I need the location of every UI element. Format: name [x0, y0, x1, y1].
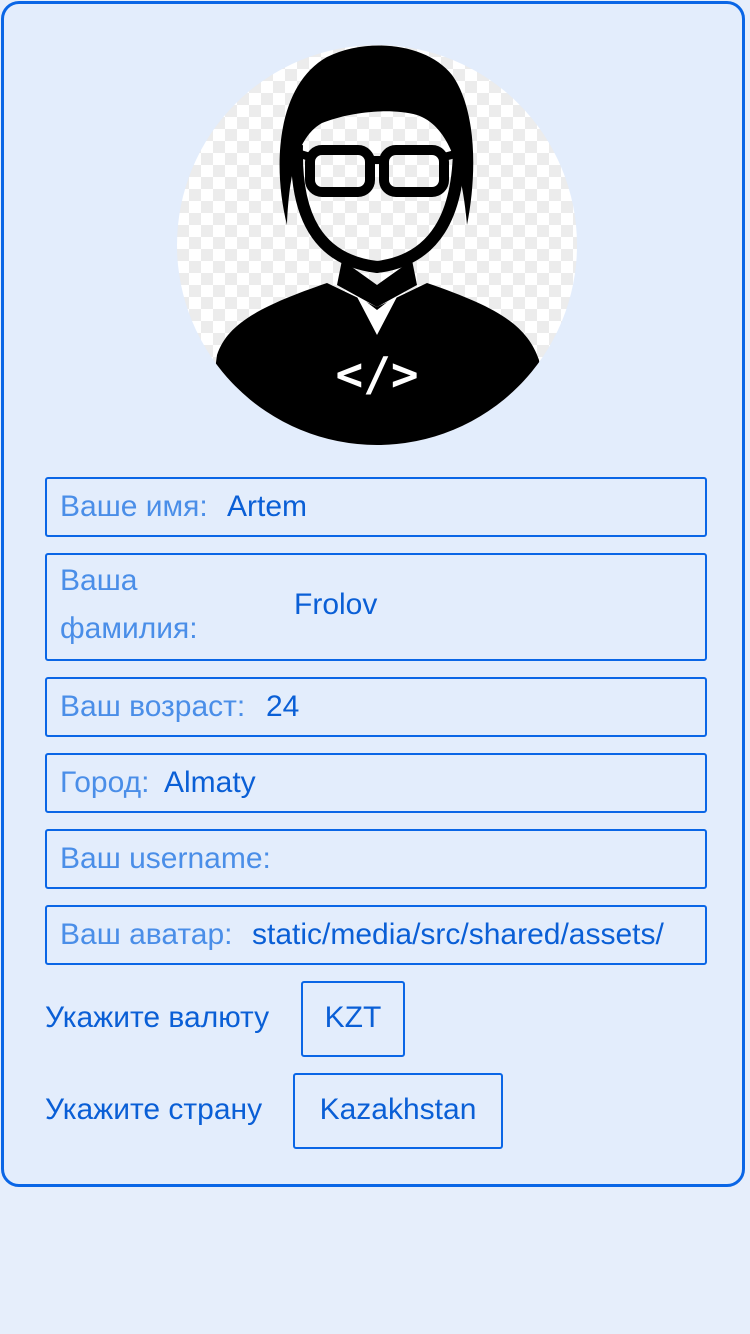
currency-label: Укажите валюту [45, 1001, 270, 1034]
username-label: Ваш username: [60, 842, 271, 875]
username-field[interactable]: Ваш username: [45, 829, 707, 889]
age-input[interactable]: 24 [266, 683, 299, 731]
name-input[interactable]: Artem [227, 483, 307, 531]
developer-avatar-icon: </> [205, 45, 549, 445]
name-field[interactable]: Ваше имя: Artem [45, 477, 707, 537]
avatar[interactable]: </> [177, 45, 577, 445]
city-field[interactable]: Город: Almaty [45, 753, 707, 813]
currency-select[interactable]: KZT [301, 981, 405, 1057]
surname-label: Ваша фамилия: [60, 564, 198, 645]
surname-input[interactable]: Frolov [294, 581, 377, 629]
avatar-url-input[interactable]: static/media/src/shared/assets/ [252, 911, 702, 959]
age-field[interactable]: Ваш возраст: 24 [45, 677, 707, 737]
code-glyph-icon: </> [335, 347, 418, 401]
surname-field[interactable]: Ваша фамилия: Frolov [45, 553, 707, 661]
name-label: Ваше имя: [60, 490, 208, 523]
city-label: Город: [60, 766, 150, 799]
city-input[interactable]: Almaty [164, 759, 256, 807]
avatar-url-field[interactable]: Ваш аватар: static/media/src/shared/asse… [45, 905, 707, 965]
country-select[interactable]: Kazakhstan [293, 1073, 503, 1149]
country-label: Укажите страну [45, 1093, 263, 1126]
age-label: Ваш возраст: [60, 690, 246, 723]
profile-card: </> Ваше имя: Artem Ваша фамилия: Frolov… [1, 1, 745, 1187]
avatar-url-label: Ваш аватар: [60, 918, 233, 951]
